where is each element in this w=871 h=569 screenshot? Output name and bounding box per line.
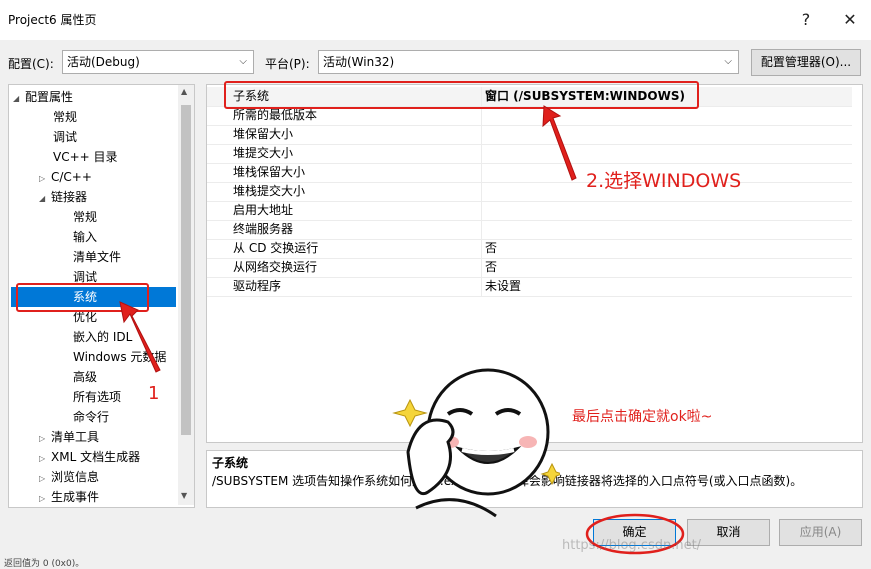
expand-icon[interactable]: ▷	[39, 489, 51, 507]
tree-item[interactable]: ▷ 生成事件	[39, 487, 99, 507]
watermark: https://blog.csdn.net/	[562, 538, 702, 553]
apply-button[interactable]: 应用(A)	[779, 519, 862, 546]
annotation-box-2	[224, 81, 699, 109]
tree-item[interactable]: 常规	[73, 207, 97, 227]
collapse-icon[interactable]: ◢	[39, 189, 51, 209]
grid-row[interactable]: 从网络交换运行否	[207, 258, 852, 278]
tree-item[interactable]: 命令行	[73, 407, 109, 427]
close-icon[interactable]: ✕	[838, 8, 862, 32]
tree-item[interactable]: ◢ 链接器	[39, 187, 87, 207]
tree-item[interactable]: 清单文件	[73, 247, 121, 267]
grid-row[interactable]: 堆栈保留大小	[207, 163, 852, 183]
scroll-thumb[interactable]	[181, 105, 191, 435]
tree-item[interactable]: VC++ 目录	[53, 147, 118, 167]
expand-icon[interactable]: ▷	[39, 449, 51, 469]
config-value: 活动(Debug)	[67, 55, 140, 69]
window-title: Project6 属性页	[8, 13, 97, 27]
annotation-final: 最后点击确定就ok啦~	[572, 409, 713, 425]
tree-item[interactable]: ▷ C/C++	[39, 167, 92, 187]
config-select[interactable]: 活动(Debug) ⌵	[62, 50, 254, 74]
tree-item[interactable]: ▷ XML 文档生成器	[39, 447, 140, 467]
config-label: 配置(C):	[8, 57, 54, 71]
tree-item[interactable]: 输入	[73, 227, 97, 247]
grid-row[interactable]: 启用大地址	[207, 201, 852, 221]
grid-row[interactable]: 终端服务器	[207, 220, 852, 240]
collapse-icon[interactable]: ◢	[13, 89, 25, 109]
chevron-down-icon: ⌵	[724, 56, 732, 67]
tree-item[interactable]: 所有选项	[73, 387, 121, 407]
tree-item[interactable]: ▷ 清单工具	[39, 427, 99, 447]
platform-label: 平台(P):	[265, 57, 310, 71]
help-button[interactable]: ?	[794, 8, 818, 32]
title-bar	[0, 0, 871, 40]
grid-row[interactable]: 堆保留大小	[207, 125, 852, 145]
expand-icon[interactable]: ▷	[39, 429, 51, 449]
tree-item[interactable]: 调试	[53, 127, 77, 147]
annotation-step1: 1	[148, 383, 160, 404]
grid-row[interactable]: 堆提交大小	[207, 144, 852, 164]
status-text: 返回值为 0 (0x0)。	[4, 559, 85, 569]
tree-item[interactable]: ▷ 浏览信息	[39, 467, 99, 487]
meme-sticker	[392, 368, 560, 518]
expand-icon[interactable]: ▷	[39, 169, 51, 189]
config-manager-button[interactable]: 配置管理器(O)...	[751, 49, 861, 76]
description-title: 子系统	[212, 456, 249, 470]
grid-row[interactable]: 从 CD 交换运行否	[207, 239, 852, 259]
platform-value: 活动(Win32)	[323, 55, 395, 69]
platform-select[interactable]: 活动(Win32) ⌵	[318, 50, 739, 74]
annotation-step2: 2.选择WINDOWS	[586, 170, 742, 192]
annotation-arrow-2	[542, 105, 577, 181]
tree-item[interactable]: 常规	[53, 107, 77, 127]
chevron-down-icon: ⌵	[239, 56, 247, 67]
scroll-down-icon[interactable]: ▼	[181, 491, 187, 500]
tree-item[interactable]: ◢ 配置属性	[13, 87, 73, 107]
tree-item[interactable]: 高级	[73, 367, 97, 387]
grid-row[interactable]: 所需的最低版本	[207, 106, 852, 126]
annotation-arrow-1	[119, 301, 161, 373]
grid-row[interactable]: 堆栈提交大小	[207, 182, 852, 202]
scroll-up-icon[interactable]: ▲	[181, 87, 187, 96]
expand-icon[interactable]: ▷	[39, 469, 51, 489]
tree-scrollbar[interactable]: ▲ ▼	[178, 85, 194, 505]
grid-row[interactable]: 驱动程序 未设置	[207, 277, 852, 297]
